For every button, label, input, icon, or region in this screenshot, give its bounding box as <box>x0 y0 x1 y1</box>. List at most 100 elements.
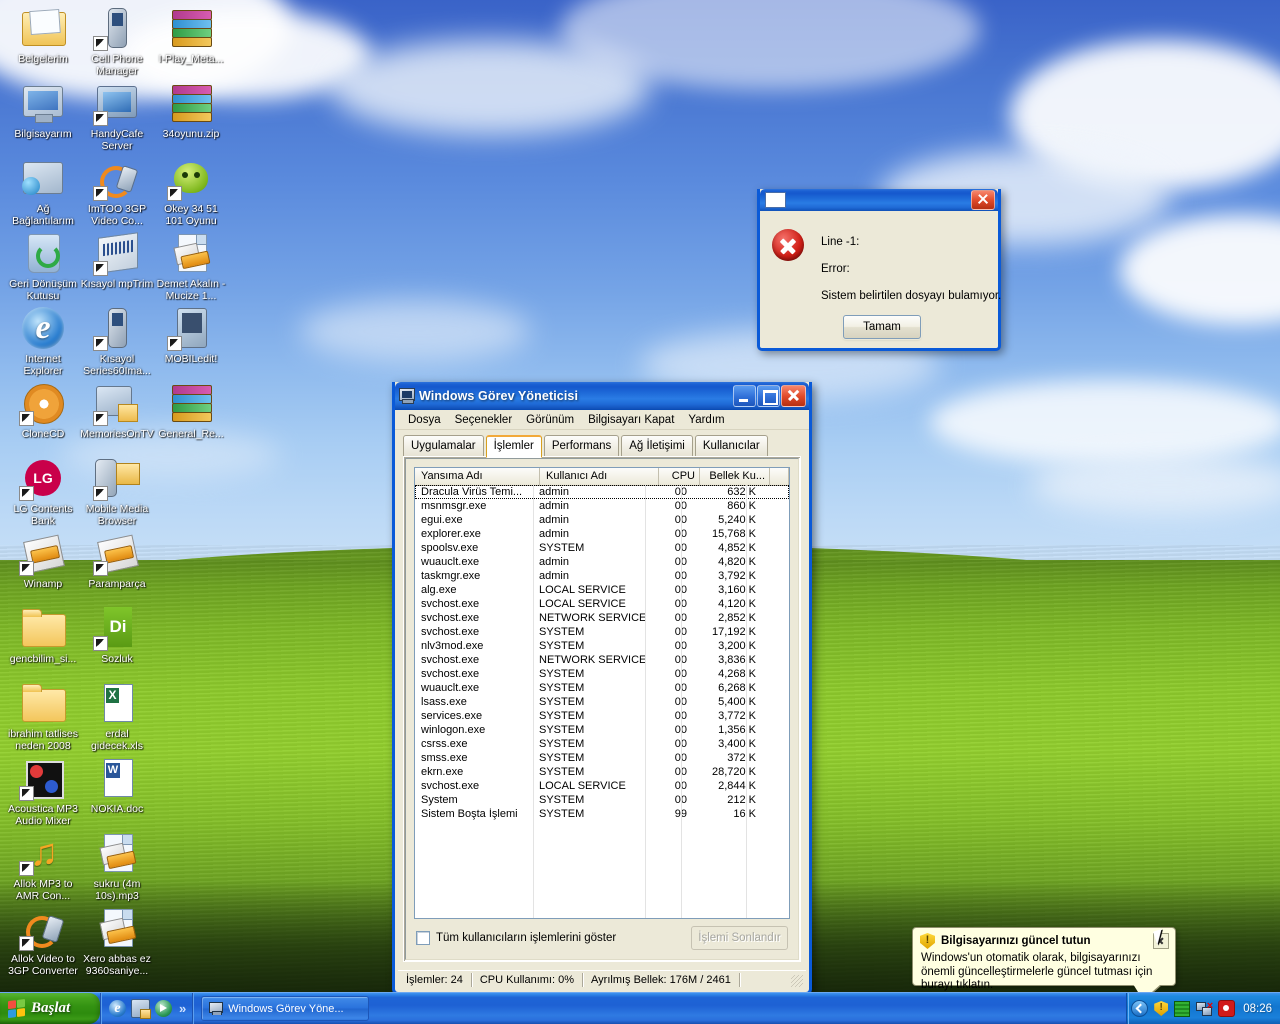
desktop-icon[interactable]: ♫ Allok MP3 to AMR Con... <box>6 829 80 902</box>
desktop-icon[interactable]: Kısayol Series60Ima... <box>80 304 154 377</box>
desktop-icon[interactable]: General_Re... <box>154 379 228 441</box>
process-list-body[interactable]: Dracula Virüs Temi...admin00632 Kmsnmsgr… <box>415 485 789 918</box>
column-header[interactable]: Yansıma Adı <box>415 468 540 485</box>
process-row[interactable]: services.exe SYSTEM 00 3,772 K <box>415 709 789 723</box>
process-row[interactable]: csrss.exe SYSTEM 00 3,400 K <box>415 737 789 751</box>
desktop-icon[interactable]: erdal gidecek.xls <box>80 679 154 752</box>
show-all-users-label[interactable]: Tüm kullanıcıların işlemlerini göster <box>436 932 616 944</box>
desktop-icon[interactable]: MOBILedit! <box>154 304 228 366</box>
desktop-icon[interactable]: Bilgisayarım <box>6 79 80 141</box>
process-list-footer[interactable]: Tüm kullanıcıların işlemlerini göster İş… <box>416 925 788 951</box>
notification-balloon[interactable]: Bilgisayarınızı güncel tutun Windows'un … <box>912 927 1176 1000</box>
menu-item[interactable]: Yardım <box>681 412 731 428</box>
process-row[interactable]: wuauclt.exe SYSTEM 00 6,268 K <box>415 681 789 695</box>
desktop-icon[interactable]: Allok Video to 3GP Converter <box>6 904 80 977</box>
process-list-header[interactable]: Yansıma Adı Kullanıcı Adı CPU Bellek Ku... <box>415 468 789 486</box>
desktop-icon[interactable]: 34oyunu.zip <box>154 79 228 141</box>
menu-bar[interactable]: Dosya Seçenekler Görünüm Bilgisayarı Kapat Y… <box>395 410 809 430</box>
process-row[interactable]: lsass.exe SYSTEM 00 5,400 K <box>415 695 789 709</box>
process-row[interactable]: smss.exe SYSTEM 00 372 K <box>415 751 789 765</box>
close-button[interactable] <box>781 384 806 407</box>
quick-launch-overflow-icon[interactable]: » <box>177 1001 188 1016</box>
desktop-icon[interactable]: ImTOO 3GP Video Co... <box>80 154 154 227</box>
desktop-icon[interactable]: HandyCafe Server <box>80 79 154 152</box>
desktop-icon[interactable]: MemoriesOnTV <box>80 379 154 441</box>
show-all-users-checkbox[interactable] <box>416 931 430 945</box>
network-disconnected-icon[interactable]: × <box>1196 1000 1213 1016</box>
process-row[interactable]: winlogon.exe SYSTEM 00 1,356 K <box>415 723 789 737</box>
desktop-icon[interactable]: Internet Explorer <box>6 304 80 377</box>
column-header[interactable]: Bellek Ku... <box>700 468 770 485</box>
quick-launch-internet-explorer-icon[interactable] <box>109 1000 126 1017</box>
taskbar[interactable]: Başlat » Windows Görev Yöne... × 08:26 <box>0 992 1280 1024</box>
windows-security-shield-icon[interactable] <box>1154 1001 1169 1016</box>
desktop-icon[interactable]: LG Contents Bank <box>6 454 80 527</box>
desktop-icon[interactable]: Cell Phone Manager <box>80 4 154 77</box>
tab-uygulamalar[interactable]: Uygulamalar <box>403 435 484 457</box>
taskbar-task-button[interactable]: Windows Görev Yöne... <box>201 996 370 1021</box>
process-row[interactable]: taskmgr.exe admin 00 3,792 K <box>415 569 789 583</box>
process-row[interactable]: svchost.exe SYSTEM 00 4,268 K <box>415 667 789 681</box>
process-row[interactable]: svchost.exe NETWORK SERVICE 00 3,836 K <box>415 653 789 667</box>
desktop-icon[interactable]: Okey 34 51 101 Oyunu <box>154 154 228 227</box>
ok-button[interactable]: Tamam <box>843 315 921 339</box>
tray-expand-chevron-icon[interactable] <box>1131 1000 1149 1017</box>
taskbar-clock[interactable]: 08:26 <box>1241 1003 1272 1015</box>
tab-bar[interactable]: Uygulamalar İşlemler Performans Ağ İletişim… <box>395 430 809 458</box>
process-row[interactable]: svchost.exe NETWORK SERVICE 00 2,852 K <box>415 611 789 625</box>
process-row[interactable]: svchost.exe LOCAL SERVICE 00 4,120 K <box>415 597 789 611</box>
desktop-icon[interactable]: CloneCD <box>6 379 80 441</box>
menu-item[interactable]: Seçenekler <box>448 412 520 428</box>
tab-performans[interactable]: Performans <box>543 435 620 457</box>
desktop-icon[interactable]: NOKIA.doc <box>80 754 154 816</box>
menu-item[interactable]: Bilgisayarı Kapat <box>581 412 681 428</box>
tab-ağ-i̇letişimi[interactable]: Ağ İletişimi <box>621 435 693 457</box>
quick-launch-bar[interactable]: » <box>100 993 192 1024</box>
process-row[interactable]: ekrn.exe SYSTEM 00 28,720 K <box>415 765 789 779</box>
desktop-icon[interactable]: Xero abbas ez 9360saniye... <box>80 904 154 977</box>
system-tray[interactable]: × 08:26 <box>1126 993 1280 1024</box>
desktop-icon[interactable]: Paramparça <box>80 529 154 591</box>
desktop-icon[interactable]: Kısayol mpTrim <box>80 229 154 291</box>
error-dialog[interactable]: Line -1: Error: Sistem belirtilen dosyay… <box>757 189 1001 351</box>
desktop-icon[interactable]: Geri Dönüşüm Kutusu <box>6 229 80 302</box>
quick-launch-media-player-icon[interactable] <box>155 1000 172 1017</box>
desktop-icon[interactable]: Mobile Media Browser <box>80 454 154 527</box>
desktop-icon[interactable]: Demet Akalın - Mucize 1... <box>154 229 228 302</box>
desktop-icon[interactable]: Ağ Bağlantılarım <box>6 154 80 227</box>
process-row[interactable]: System SYSTEM 00 212 K <box>415 793 789 807</box>
process-list[interactable]: Yansıma Adı Kullanıcı Adı CPU Bellek Ku... … <box>414 467 790 919</box>
desktop-icon[interactable]: Winamp <box>6 529 80 591</box>
dialog-close-button[interactable] <box>971 190 995 210</box>
desktop-icon[interactable]: Belgelerim <box>6 4 80 66</box>
resize-grip[interactable] <box>791 975 803 987</box>
taskbar-task-list[interactable]: Windows Görev Yöne... <box>192 993 1126 1024</box>
tab-kullanıcılar[interactable]: Kullanıcılar <box>694 435 768 457</box>
quick-launch-show-desktop-icon[interactable] <box>131 999 151 1019</box>
desktop-icon[interactable]: ibrahim tatlises neden 2008 <box>6 679 80 752</box>
process-row[interactable]: Sistem Boşta İşlemi SYSTEM 99 16 K <box>415 807 789 821</box>
process-row[interactable]: nlv3mod.exe SYSTEM 00 3,200 K <box>415 639 789 653</box>
start-button[interactable]: Başlat <box>0 993 100 1024</box>
desktop-icon-grid[interactable]: Belgelerim Bilgisayarım Ağ Bağlantılarım Ge… <box>0 0 240 995</box>
process-row[interactable]: alg.exe LOCAL SERVICE 00 3,160 K <box>415 583 789 597</box>
process-row[interactable]: svchost.exe LOCAL SERVICE 00 2,844 K <box>415 779 789 793</box>
task-manager-titlebar[interactable]: Windows Görev Yöneticisi <box>395 382 809 410</box>
minimize-button[interactable] <box>733 384 756 407</box>
desktop-icon[interactable]: gencbilim_si... <box>6 604 80 666</box>
column-header[interactable]: CPU <box>659 468 700 485</box>
task-manager-window[interactable]: Windows Görev Yöneticisi Dosya Seçenekler… <box>392 382 812 995</box>
desktop-icon[interactable]: I-Play_Meta... <box>154 4 228 66</box>
process-row[interactable]: svchost.exe SYSTEM 00 17,192 K <box>415 625 789 639</box>
menu-item[interactable]: Görünüm <box>519 412 581 428</box>
tab-i̇şlemler[interactable]: İşlemler <box>485 435 542 458</box>
menu-item[interactable]: Dosya <box>401 412 448 428</box>
process-row[interactable]: wuauclt.exe admin 00 4,820 K <box>415 555 789 569</box>
eset-antivirus-icon[interactable] <box>1218 1000 1236 1017</box>
end-process-button[interactable]: İşlemi Sonlandır <box>691 926 788 950</box>
error-dialog-titlebar[interactable] <box>760 189 998 211</box>
process-row[interactable]: msnmsgr.exe admin 00 860 K <box>415 499 789 513</box>
window-controls[interactable] <box>733 384 809 407</box>
process-row[interactable]: explorer.exe admin 00 15,768 K <box>415 527 789 541</box>
desktop-icon[interactable]: Sozluk <box>80 604 154 666</box>
